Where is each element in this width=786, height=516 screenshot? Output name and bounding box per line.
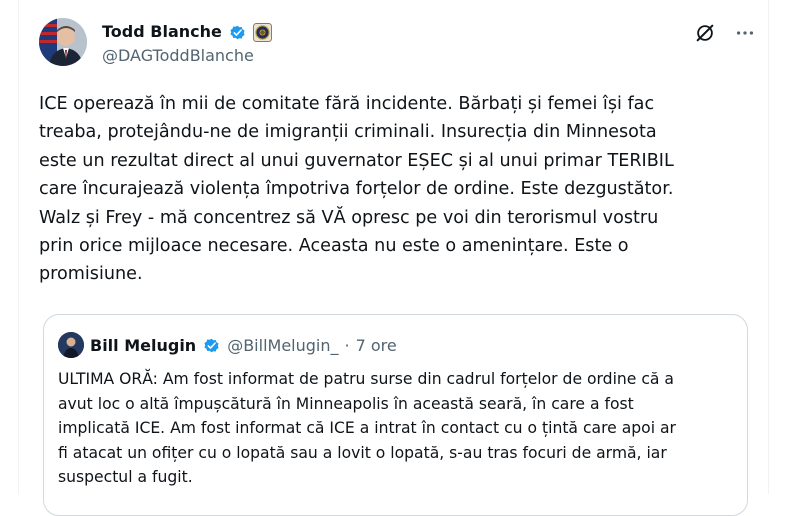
more-icon[interactable] — [732, 20, 758, 46]
quoted-tweet-text: ULTIMA ORĂ: Am fost informat de patru su… — [58, 367, 738, 490]
quoted-author-handle[interactable]: @BillMelugin_ — [227, 336, 338, 355]
verified-badge-icon — [228, 23, 247, 42]
quoted-tweet[interactable]: Bill Melugin @BillMelugin_ · 7 ore ULTIM… — [43, 314, 748, 516]
grok-icon[interactable] — [692, 20, 718, 46]
tweet: Todd Blanche @DAGToddBlanche — [19, 0, 768, 494]
avatar[interactable] — [39, 18, 87, 66]
author-name[interactable]: Todd Blanche — [102, 22, 222, 42]
author-row: Todd Blanche — [102, 20, 272, 44]
quoted-avatar[interactable] — [58, 332, 84, 358]
right-divider — [768, 0, 769, 494]
government-seal-icon — [253, 23, 272, 42]
quoted-tweet-header: Bill Melugin @BillMelugin_ · 7 ore — [58, 332, 397, 358]
quoted-author-name[interactable]: Bill Melugin — [90, 336, 196, 355]
separator-dot: · — [345, 336, 350, 355]
tweet-actions — [692, 20, 758, 46]
tweet-text: ICE operează în mii de comitate fără inc… — [39, 90, 739, 289]
quoted-timestamp[interactable]: 7 ore — [356, 336, 397, 355]
quoted-verified-badge-icon — [202, 336, 221, 355]
author-handle[interactable]: @DAGToddBlanche — [102, 45, 254, 67]
